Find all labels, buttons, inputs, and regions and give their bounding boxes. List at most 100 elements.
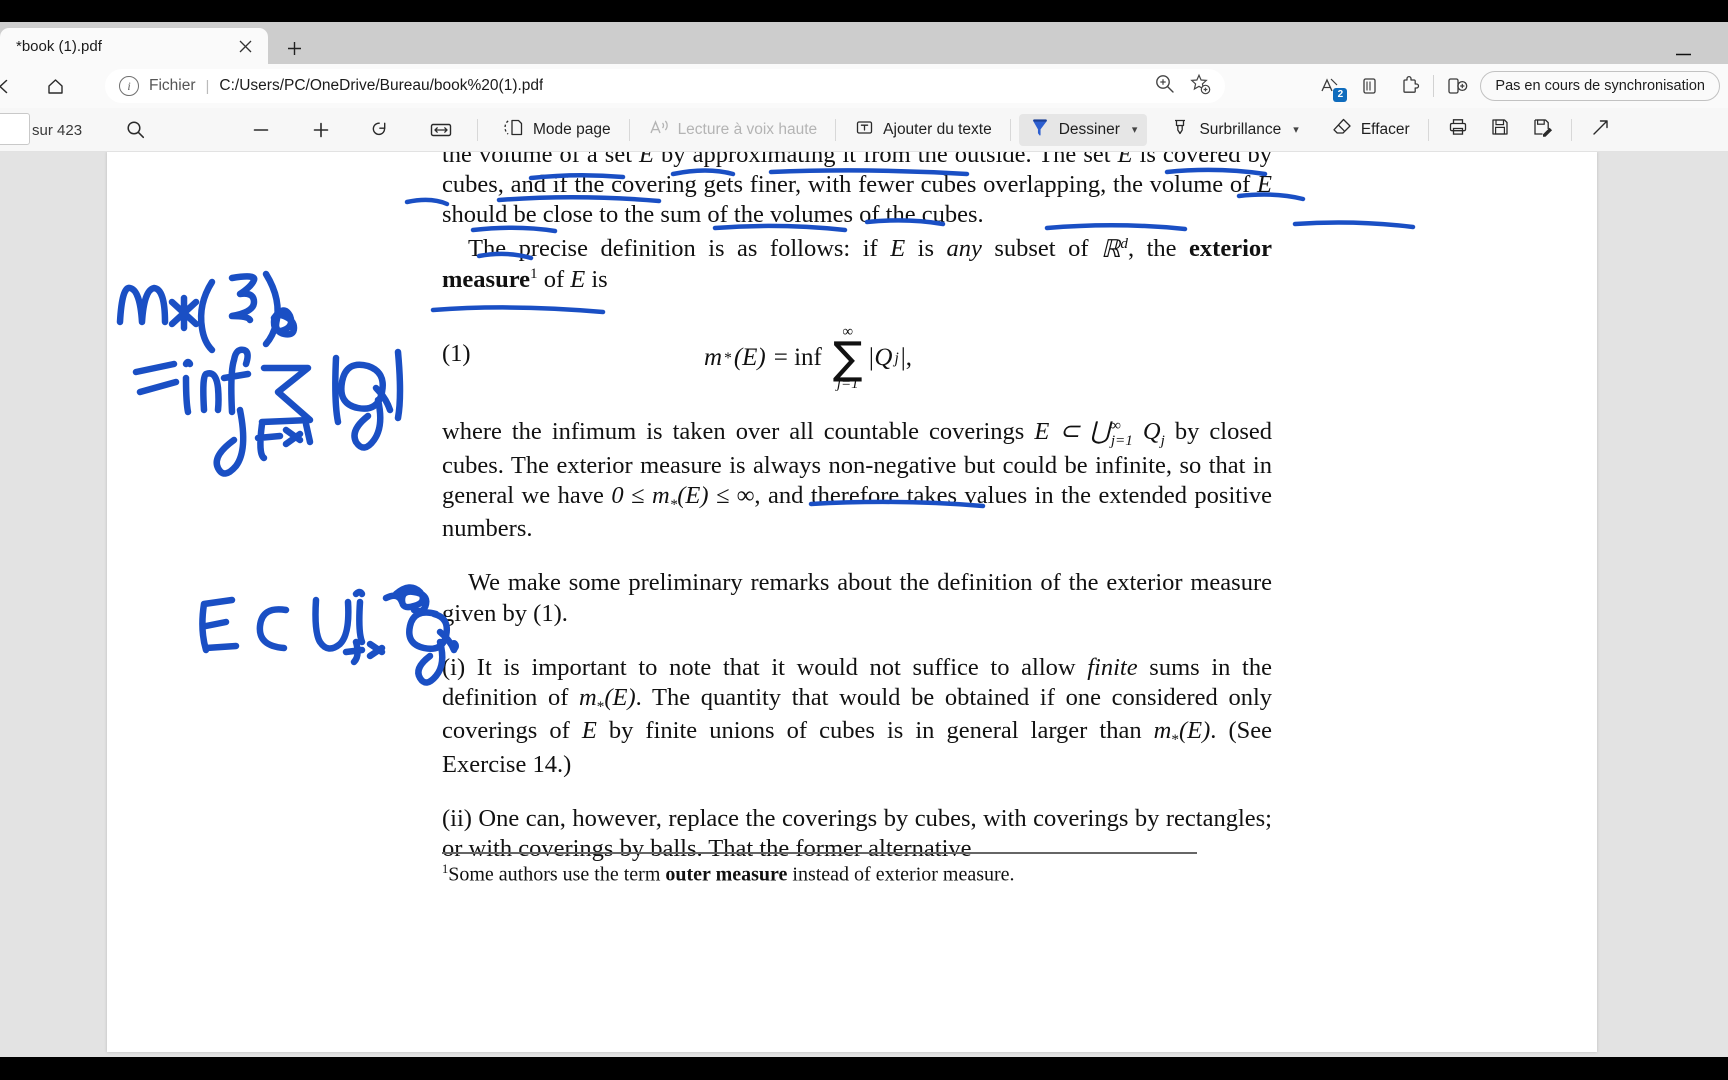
pen-icon — [1029, 116, 1051, 143]
toolbar-divider — [1433, 75, 1435, 97]
page-view-label: Mode page — [533, 120, 611, 138]
page-view-button[interactable]: Mode page — [494, 114, 621, 146]
toolbar-divider — [477, 118, 478, 141]
text-run: subset of — [981, 235, 1101, 263]
split-screen-icon[interactable] — [1440, 69, 1474, 103]
emphasis-finite: finite — [1087, 653, 1138, 681]
pdf-text-content: the volume of a set E by approximating i… — [442, 152, 1272, 868]
text-run: , the — [1128, 235, 1190, 263]
expand-icon — [1590, 116, 1612, 143]
equation-lhs: m — [704, 344, 723, 372]
url-scheme-label: Fichier — [149, 77, 196, 94]
add-favorite-icon[interactable] — [1189, 73, 1211, 100]
equation-term: |Q — [867, 344, 893, 372]
chevron-down-icon[interactable]: ▾ — [1293, 123, 1299, 136]
address-bar[interactable]: i Fichier | C:/Users/PC/OneDrive/Bureau/… — [105, 69, 1225, 103]
math-symbol-E: E — [581, 717, 597, 745]
paragraph-4: We make some preliminary remarks about t… — [442, 569, 1272, 627]
math-symbol-E: E — [1257, 171, 1272, 199]
page-view-icon — [504, 117, 525, 143]
pdf-toolbar: sur 423 Mode page Lecture à voix haute A… — [0, 108, 1728, 152]
sigma-glyph: ∑ — [832, 332, 863, 384]
text-run: should be close to the sum of the volume… — [442, 201, 984, 229]
text-run: by finite unions of cubes is in general … — [596, 717, 1154, 745]
zoom-in-button[interactable] — [301, 114, 341, 146]
collections-icon[interactable] — [1353, 69, 1387, 103]
emphasis-any: any — [946, 235, 982, 263]
back-arrow-icon[interactable] — [0, 69, 20, 103]
equation-lhs-sub: * — [724, 350, 732, 368]
translate-badge-count: 2 — [1333, 88, 1348, 102]
footnote-rule — [442, 852, 1197, 854]
sync-status-button[interactable]: Pas en cours de synchronisation — [1480, 71, 1720, 101]
zoom-in-icon[interactable] — [1154, 73, 1175, 99]
draw-button[interactable]: Dessiner ▾ — [1018, 113, 1148, 146]
save-icon — [1489, 116, 1511, 143]
math-covering-union: E ⊂ ⋃∞j=1 Qj — [1034, 417, 1165, 449]
url-separator: | — [205, 77, 210, 95]
highlight-label: Surbrillance — [1199, 120, 1282, 138]
info-icon[interactable]: i — [119, 76, 139, 96]
save-as-button[interactable] — [1521, 114, 1563, 146]
footnote: 1Some authors use the term outer measure… — [442, 862, 1202, 887]
footnote-term: outer measure — [665, 863, 788, 886]
new-tab-button[interactable] — [280, 34, 308, 62]
close-icon[interactable] — [232, 33, 258, 59]
extensions-icon[interactable] — [1393, 69, 1427, 103]
toolbar-divider — [1009, 118, 1011, 141]
pdf-viewer[interactable]: the volume of a set E by approximating i… — [0, 152, 1728, 1057]
text-run: (i) It is important to note that it woul… — [442, 653, 1088, 681]
math-m-arg: (E) — [604, 683, 636, 711]
erase-label: Effacer — [1360, 120, 1410, 138]
sum-lower-limit: j=1 — [836, 376, 859, 393]
highlight-button[interactable]: Surbrillance ▾ — [1159, 114, 1308, 146]
url-text: C:/Users/PC/OneDrive/Bureau/book%20(1).p… — [219, 77, 544, 94]
text-run: where the infimum is taken over all coun… — [442, 418, 1035, 446]
rotate-icon[interactable] — [359, 114, 401, 146]
add-text-label: Ajouter du texte — [883, 120, 992, 138]
footnote-ref[interactable]: 1 — [530, 265, 538, 282]
equation-operator: = inf — [773, 344, 822, 372]
equation-lhs-arg: (E) — [733, 344, 766, 372]
browser-actions: 2 Pas en cours de synchronisation — [1313, 68, 1720, 104]
text-run: by approximating it from the outside. Th… — [654, 152, 1118, 168]
eraser-icon — [1331, 116, 1353, 143]
translate-icon[interactable]: 2 — [1313, 69, 1348, 103]
fit-width-icon[interactable] — [419, 114, 463, 146]
inequality-expression: 0 ≤ m*(E) ≤ ∞ — [611, 481, 755, 513]
paragraph-6: (ii) One can, however, replace the cover… — [442, 805, 1272, 863]
math-m: m — [1153, 717, 1172, 745]
browser-navigation-bar: i Fichier | C:/Users/PC/OneDrive/Bureau/… — [0, 64, 1728, 108]
save-button[interactable] — [1479, 114, 1521, 146]
print-button[interactable] — [1437, 114, 1479, 146]
read-aloud-button[interactable]: Lecture à voix haute — [638, 114, 828, 146]
save-as-icon — [1531, 116, 1553, 143]
zoom-out-button[interactable] — [241, 114, 281, 146]
page-number-input[interactable] — [0, 113, 30, 145]
expand-button[interactable] — [1580, 114, 1622, 146]
browser-tab[interactable]: *book (1).pdf — [0, 28, 268, 64]
screen-top-letterbox — [0, 0, 1728, 22]
home-icon[interactable] — [38, 69, 72, 103]
equation-body: m * (E) = inf ∞ ∑ j=1 |Q j |, — [704, 324, 912, 393]
pdf-page[interactable]: the volume of a set E by approximating i… — [107, 152, 1597, 1052]
print-icon — [1447, 116, 1469, 143]
paragraph-5: (i) It is important to note that it woul… — [442, 653, 1272, 780]
text-run: The precise definition is as follows: if — [468, 235, 891, 263]
union-q: Q — [1132, 418, 1161, 446]
chevron-down-icon[interactable]: ▾ — [1132, 123, 1138, 136]
browser-tab-title: *book (1).pdf — [16, 37, 102, 55]
add-text-button[interactable]: Ajouter du texte — [844, 114, 1002, 146]
toolbar-divider — [1427, 118, 1429, 141]
search-icon[interactable] — [116, 114, 155, 146]
minimize-window-button[interactable] — [1666, 44, 1700, 64]
equation-1: (1) m * (E) = inf ∞ ∑ j=1 |Q j |, — [442, 321, 1272, 391]
erase-button[interactable]: Effacer — [1321, 114, 1420, 146]
math-symbol-E: E — [1117, 152, 1133, 168]
paragraph-1: the volume of a set E by approximating i… — [442, 152, 1272, 230]
text-run: of — [537, 265, 571, 293]
ineq-b: (E) ≤ ∞ — [677, 481, 755, 509]
paragraph-2: The precise definition is as follows: if… — [442, 234, 1272, 295]
add-text-icon — [854, 117, 875, 143]
summation-symbol: ∞ ∑ j=1 — [832, 324, 863, 393]
